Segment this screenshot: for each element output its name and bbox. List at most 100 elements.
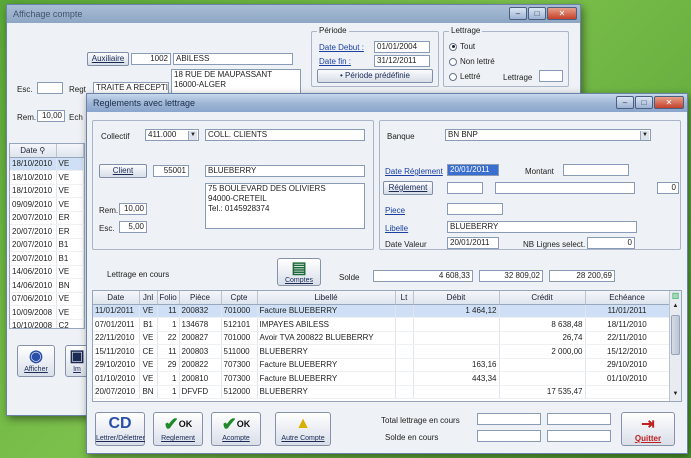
periode-predefinie-button[interactable]: • Période prédéfinie xyxy=(317,69,433,83)
list-item-date: 18/10/2010 xyxy=(10,157,57,171)
autre-compte-button[interactable]: ▲ Autre Compte xyxy=(275,412,331,446)
client-button[interactable]: Client xyxy=(99,164,147,178)
minimize-icon[interactable]: – xyxy=(616,96,634,109)
back-window-titlebar[interactable]: Affichage compte – □ ✕ xyxy=(7,5,580,23)
maximize-icon[interactable]: □ xyxy=(528,7,546,20)
front-rem-field[interactable]: 10,00 xyxy=(119,203,147,215)
minimize-icon[interactable]: – xyxy=(509,7,527,20)
date-fin-field[interactable]: 31/12/2011 xyxy=(374,55,430,67)
periode-title: Période xyxy=(317,26,349,35)
date-reglement-label[interactable]: Date Réglement xyxy=(385,167,443,176)
table-cell-jnl: VE xyxy=(139,304,158,318)
table-row[interactable]: 07/01/2011 B1 1 134678 512101 IMPAYES ABILESS… xyxy=(93,317,670,332)
column-header[interactable]: Folio xyxy=(157,291,180,305)
front-window-titlebar[interactable]: Reglements avec lettrage – □ ✕ xyxy=(87,94,687,112)
aux-name-field[interactable]: ABILESS xyxy=(173,53,293,65)
table-row[interactable]: 01/10/2010 VE 1 200810 707300 Facture BLUEBER… xyxy=(93,371,670,386)
column-header[interactable]: Crédit xyxy=(499,291,586,305)
date-valeur-field[interactable]: 20/01/2011 xyxy=(447,237,499,249)
list-item[interactable]: 18/10/2010 VE xyxy=(10,157,84,171)
column-header[interactable]: Débit xyxy=(413,291,500,305)
aux-code-field[interactable]: 1002 xyxy=(131,53,171,65)
client-name-field[interactable]: BLUEBERRY xyxy=(205,165,365,177)
total-lettrage-label: Total lettrage en cours xyxy=(381,416,460,425)
list-item-journal: VE xyxy=(56,157,84,171)
reglement-code-field[interactable] xyxy=(447,182,483,194)
list-item[interactable]: 14/06/2010 VE xyxy=(10,265,84,279)
close-icon[interactable]: ✕ xyxy=(547,7,577,20)
column-header[interactable]: Cpte xyxy=(221,291,258,305)
lettrer-delettrer-button[interactable]: CD Lettrer/Délettrer xyxy=(95,412,145,446)
auxiliaire-button[interactable]: Auxiliaire xyxy=(87,52,129,66)
nb-lignes-field[interactable]: 0 xyxy=(587,237,635,249)
ecritures-grid[interactable]: Date Jnl Folio Pièce Cpte Libellé Lt Débit Crédi… xyxy=(92,290,682,402)
date-debut-field[interactable]: 01/01/2004 xyxy=(374,41,430,53)
quitter-button[interactable]: ⇥ Quitter xyxy=(621,412,675,446)
table-cell-debit: 443,34 xyxy=(413,371,500,386)
radio-tout[interactable]: Tout xyxy=(449,42,475,51)
back-address-box: 18 RUE DE MAUPASSANT 16000-ALGER xyxy=(171,69,301,95)
reglement-name-field[interactable] xyxy=(495,182,635,194)
collectif-select[interactable]: 411.000 ▼ xyxy=(145,129,199,141)
rem-field[interactable]: 10,00 xyxy=(37,110,65,122)
close-icon[interactable]: ✕ xyxy=(654,96,684,109)
piece-field[interactable] xyxy=(447,203,503,215)
table-cell-date: 22/11/2010 xyxy=(93,331,140,345)
table-row[interactable]: 15/11/2010 CE 11 200803 511000 BLUEBERRY 2 000… xyxy=(93,344,670,359)
list-item[interactable]: 20/07/2010 B1 xyxy=(10,238,84,252)
table-row[interactable]: 11/01/2011 VE 11 200832 701000 Facture BLUEBE… xyxy=(93,304,670,318)
table-cell-date: 29/10/2010 xyxy=(93,358,140,372)
table-cell-lt xyxy=(395,358,414,372)
list-item[interactable]: 07/06/2010 VE xyxy=(10,292,84,306)
table-row[interactable]: 22/11/2010 VE 22 200827 701000 Avoir TVA 2008… xyxy=(93,331,670,345)
list-item-date: 10/09/2008 xyxy=(10,305,57,320)
back-entries-list[interactable]: Date ⚲ 18/10/2010 VE 18/10/2010 VE 18/10/201… xyxy=(9,143,85,329)
scroll-up-icon[interactable]: ▲ xyxy=(670,303,681,313)
lettrage-field[interactable] xyxy=(539,70,563,82)
list-item[interactable]: 18/10/2010 VE xyxy=(10,170,84,185)
column-header[interactable]: Date xyxy=(93,291,140,305)
esc-field[interactable] xyxy=(37,82,63,94)
radio-non-lettre[interactable]: Non lettré xyxy=(449,57,495,66)
radio-lettre[interactable]: Lettré xyxy=(449,72,480,81)
date-reglement-field[interactable]: 20/01/2011 xyxy=(447,164,499,176)
column-header[interactable]: Echéance xyxy=(585,291,670,305)
date-debut-label[interactable]: Date Debut : xyxy=(319,43,364,52)
comptes-button[interactable]: ▤ Comptes xyxy=(277,258,321,286)
list-item[interactable]: 20/07/2010 ER xyxy=(10,211,84,225)
front-esc-field[interactable]: 5,00 xyxy=(119,221,147,233)
ok-acompte-button[interactable]: ✔ OK Acompte xyxy=(211,412,261,446)
list-header-date[interactable]: Date ⚲ xyxy=(10,144,57,158)
scroll-down-icon[interactable]: ▼ xyxy=(670,391,681,401)
table-cell-cpte: 512000 xyxy=(221,385,258,399)
ok-reglement-button[interactable]: ✔ OK Reglement xyxy=(153,412,203,446)
list-item[interactable]: 20/07/2010 B1 xyxy=(10,251,84,266)
list-item-journal: ER xyxy=(56,211,84,225)
grid-scrollbar[interactable]: ▥ ▲ ▼ xyxy=(669,291,681,401)
front-esc-label: Esc. xyxy=(99,224,115,233)
table-row[interactable]: 29/10/2010 VE 29 200822 707300 Facture BLUEBE… xyxy=(93,358,670,372)
date-fin-label[interactable]: Date fin : xyxy=(319,57,351,66)
list-item[interactable]: 14/06/2010 BN xyxy=(10,278,84,293)
reglement-side-field[interactable]: 0 xyxy=(657,182,679,194)
list-item[interactable]: 10/09/2008 VE xyxy=(10,305,84,320)
maximize-icon[interactable]: □ xyxy=(635,96,653,109)
list-item[interactable]: 10/10/2008 C2 xyxy=(10,319,84,328)
client-code-field[interactable]: 55001 xyxy=(153,165,189,177)
banque-select[interactable]: BN BNP ▼ xyxy=(445,129,651,141)
collectif-name-field[interactable]: COLL. CLIENTS xyxy=(205,129,365,141)
list-item[interactable]: 20/07/2010 ER xyxy=(10,224,84,239)
libelle-field[interactable]: BLUEBERRY xyxy=(447,221,637,233)
column-header[interactable]: Pièce xyxy=(179,291,222,305)
montant-field[interactable] xyxy=(563,164,629,176)
filter-icon[interactable]: ▥ xyxy=(670,291,681,303)
afficher-button[interactable]: ◉ Afficher xyxy=(17,345,55,377)
scroll-thumb[interactable] xyxy=(671,315,680,355)
column-header[interactable]: Libellé xyxy=(257,291,396,305)
list-item[interactable]: 18/10/2010 VE xyxy=(10,184,84,198)
table-row[interactable]: 20/07/2010 BN 1 DFVFD 512000 BLUEBERRY 17 535,… xyxy=(93,385,670,399)
reglement-button[interactable]: Réglement xyxy=(383,181,433,195)
list-item[interactable]: 09/09/2010 VE xyxy=(10,197,84,212)
column-header[interactable]: Jnl xyxy=(139,291,158,305)
column-header[interactable]: Lt xyxy=(395,291,414,305)
